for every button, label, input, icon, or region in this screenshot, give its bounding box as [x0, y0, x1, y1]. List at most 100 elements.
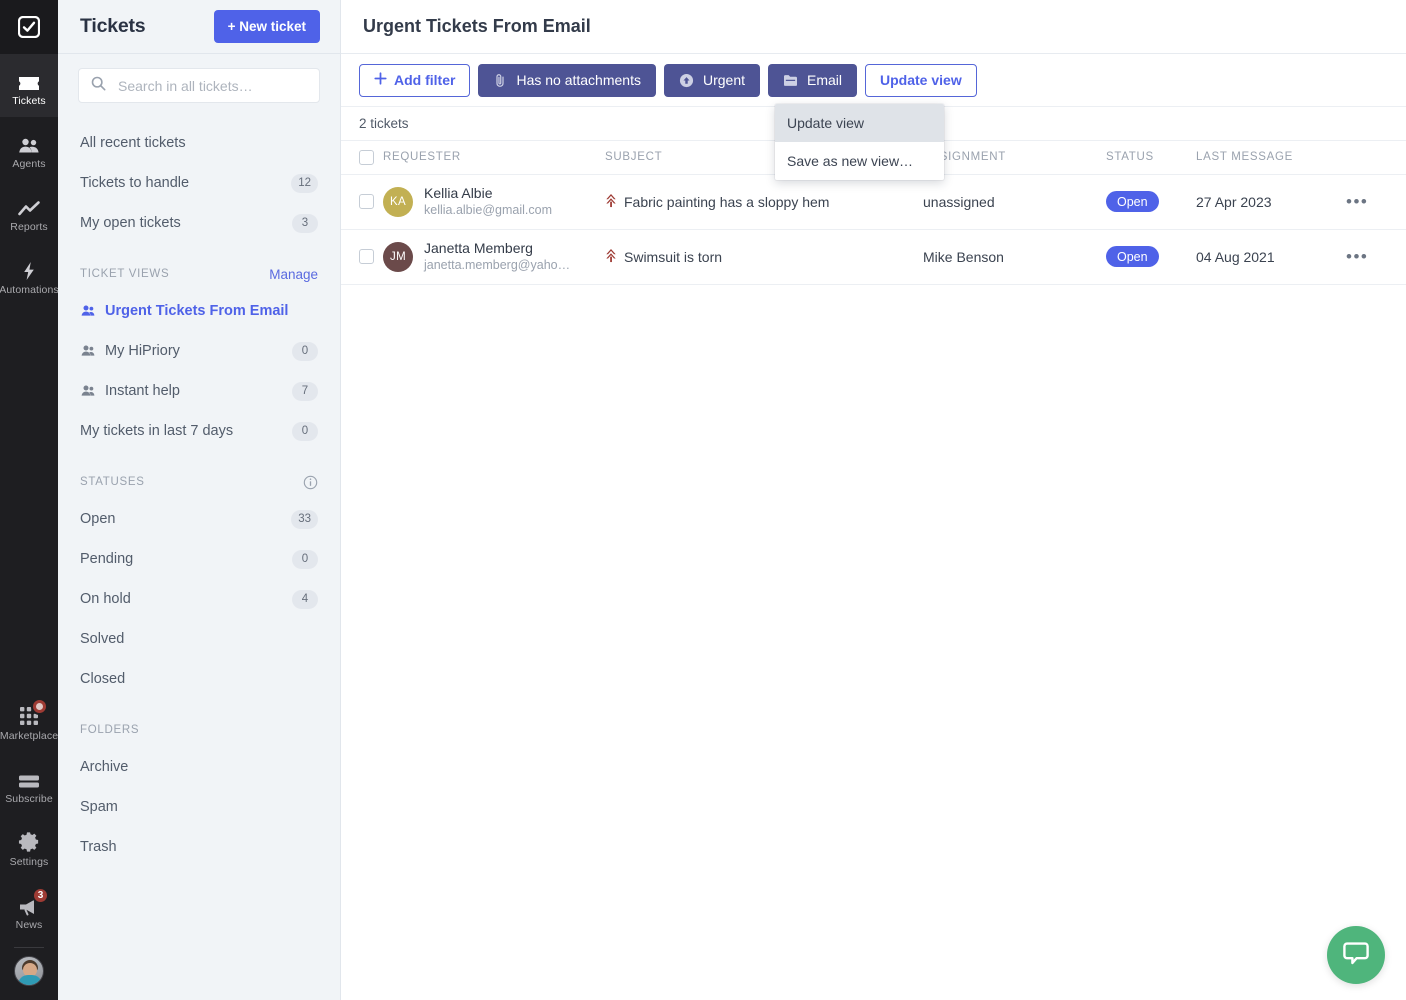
section-header-statuses: Statuses: [58, 465, 340, 499]
subject-cell: Swimsuit is torn: [605, 229, 923, 285]
rail-item-tickets[interactable]: Tickets: [0, 54, 58, 117]
filter-chip-email[interactable]: Email: [768, 63, 858, 97]
requester-email: kellia.albie@gmail.com: [424, 203, 553, 217]
avatar: KA: [383, 186, 413, 217]
sidebar-item-label: My HiPriory: [105, 343, 180, 359]
ticket-icon: [17, 68, 41, 92]
more-horizontal-icon[interactable]: •••: [1346, 192, 1368, 211]
rail-item-label: Automations: [0, 284, 59, 297]
sidebar-item-status-closed[interactable]: Closed: [58, 659, 340, 699]
section-header-ticket-views: Ticket views Manage: [58, 257, 340, 291]
status-cell: Open: [1106, 174, 1196, 230]
plus-icon: [374, 72, 387, 88]
sidebar-item-label: Open: [80, 511, 116, 527]
gear-icon: [18, 829, 41, 853]
sidebar-item-my-tickets-last-7-days[interactable]: My tickets in last 7 days 0: [58, 411, 340, 451]
search-box[interactable]: [78, 68, 320, 103]
sidebar-item-folder-trash[interactable]: Trash: [58, 827, 340, 867]
filter-chip-urgent[interactable]: Urgent: [663, 63, 760, 97]
sidebar-item-label: My tickets in last 7 days: [80, 423, 234, 439]
chat-widget-button[interactable]: [1327, 926, 1385, 984]
update-view-dropdown: Update view Save as new view…: [775, 104, 944, 180]
sidebar-item-folder-archive[interactable]: Archive: [58, 747, 340, 787]
rail-item-settings[interactable]: Settings: [0, 815, 58, 878]
rail-item-news[interactable]: 3 News: [0, 878, 58, 941]
rail-item-marketplace[interactable]: Marketplace: [0, 689, 58, 752]
app-logo[interactable]: [0, 0, 58, 54]
sidebar-item-label: Tickets to handle: [80, 175, 190, 191]
sidebar-item-count: 12: [291, 173, 318, 193]
sidebar-item-instant-help[interactable]: Instant help 7: [58, 371, 340, 411]
rail-divider: [14, 947, 44, 948]
priority-high-icon: [605, 193, 617, 211]
sidebar-item-status-open[interactable]: Open 33: [58, 499, 340, 539]
filter-chip-label: Urgent: [702, 72, 745, 88]
search-icon: [91, 76, 106, 96]
column-header-assignment: Assignment: [923, 141, 1106, 175]
column-header-last-message: Last message: [1196, 141, 1346, 175]
sidebar-item-my-open-tickets[interactable]: My open tickets 3: [58, 203, 340, 243]
section-title: Statuses: [80, 476, 145, 488]
requester-cell: JM Janetta Memberg janetta.memberg@yaho…: [383, 229, 605, 285]
rail-item-subscribe[interactable]: Subscribe: [0, 752, 58, 815]
filter-chip-has-no-attachments[interactable]: Has no attachments: [478, 63, 656, 97]
filter-toolbar: Add filter Has no attachments Urgent Ema…: [341, 54, 1406, 180]
sidebar-item-my-hipriory[interactable]: My HiPriory 0: [58, 331, 340, 371]
rail-item-label: Tickets: [12, 95, 46, 108]
rail-item-agents[interactable]: Agents: [0, 117, 58, 180]
rail-item-automations[interactable]: Automations: [0, 243, 59, 306]
filter-chip-label: Has no attachments: [516, 72, 641, 88]
last-message-cell: 04 Aug 2021: [1196, 229, 1346, 285]
sidebar-item-status-on-hold[interactable]: On hold 4: [58, 579, 340, 619]
priority-high-icon: [605, 248, 617, 266]
sidebar-item-status-solved[interactable]: Solved: [58, 619, 340, 659]
requester-name: Kellia Albie: [424, 185, 493, 201]
add-filter-button[interactable]: Add filter: [359, 63, 471, 97]
dropdown-item-update-view[interactable]: Update view: [775, 104, 944, 142]
sidebar-item-tickets-to-handle[interactable]: Tickets to handle 12: [58, 163, 340, 203]
info-icon[interactable]: [303, 475, 318, 490]
status-cell: Open: [1106, 229, 1196, 285]
sidebar-item-count: 33: [291, 509, 318, 529]
chat-bubble-icon: [1342, 939, 1370, 972]
assignment-cell: unassigned: [923, 174, 1106, 230]
update-view-button[interactable]: Update view: [865, 63, 977, 97]
sidebar-item-count: 4: [292, 589, 318, 609]
section-header-folders: Folders: [58, 713, 340, 747]
row-actions-cell: •••: [1346, 229, 1406, 285]
table-row[interactable]: KA Kellia Albie kellia.albie@gmail.com F…: [341, 174, 1406, 230]
new-ticket-button[interactable]: + New ticket: [213, 10, 320, 43]
primary-nav-rail: Tickets Agents Reports Automations Marke…: [0, 0, 59, 1000]
dropdown-item-save-as-new-view[interactable]: Save as new view…: [775, 142, 944, 180]
select-all-checkbox[interactable]: [359, 149, 374, 165]
search-input[interactable]: [116, 76, 307, 95]
row-checkbox[interactable]: [359, 194, 374, 209]
sidebar-item-label: Urgent Tickets From Email: [105, 303, 289, 319]
sidebar-item-label: All recent tickets: [80, 135, 186, 151]
tickets-sidebar: Tickets + New ticket All recent tickets …: [58, 0, 341, 1000]
rail-item-reports[interactable]: Reports: [0, 180, 58, 243]
sidebar-item-label: On hold: [80, 591, 131, 607]
more-horizontal-icon[interactable]: •••: [1346, 247, 1368, 266]
checkbox-logo-icon: [18, 16, 40, 38]
sidebar-item-folder-spam[interactable]: Spam: [58, 787, 340, 827]
sidebar-item-label: Closed: [80, 671, 126, 687]
sidebar-item-all-recent-tickets[interactable]: All recent tickets: [58, 123, 340, 163]
last-message-cell: 27 Apr 2023: [1196, 174, 1346, 230]
sidebar-item-label: Archive: [80, 759, 129, 775]
row-checkbox[interactable]: [359, 249, 374, 264]
sidebar-item-count: 0: [292, 341, 318, 361]
sidebar-item-urgent-tickets-from-email[interactable]: Urgent Tickets From Email: [58, 291, 340, 331]
sidebar-item-status-pending[interactable]: Pending 0: [58, 539, 340, 579]
manage-views-link[interactable]: Manage: [269, 267, 318, 282]
folder-icon: [783, 74, 798, 87]
view-people-icon: [80, 385, 95, 397]
avatar[interactable]: [14, 956, 44, 986]
assignment-cell: Mike Benson: [923, 229, 1106, 285]
search-container: [58, 54, 340, 113]
subject-text: Fabric painting has a sloppy hem: [624, 193, 830, 210]
subject-cell: Fabric painting has a sloppy hem: [605, 174, 923, 230]
rail-item-label: Settings: [9, 856, 49, 869]
view-title: Urgent Tickets From Email: [363, 16, 591, 36]
table-row[interactable]: JM Janetta Memberg janetta.memberg@yaho…: [341, 229, 1406, 285]
